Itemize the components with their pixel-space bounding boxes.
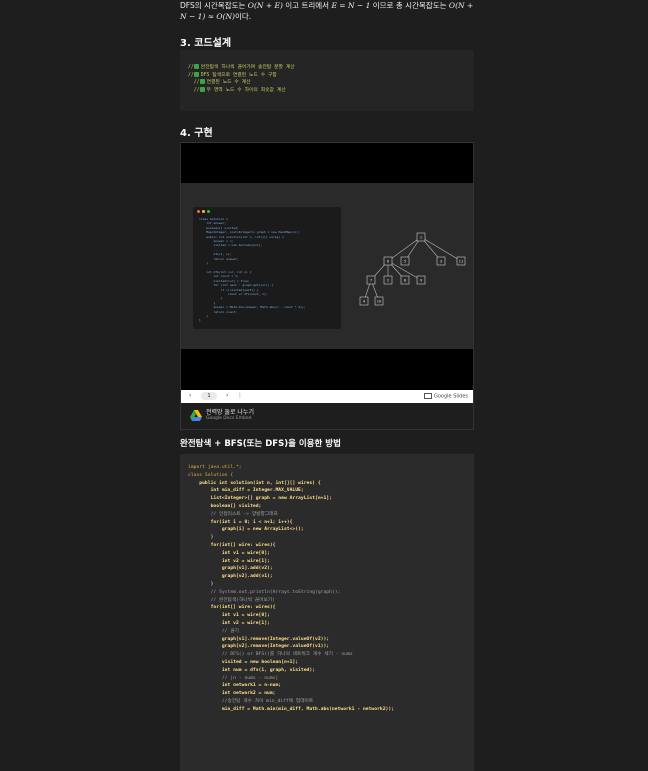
code-line: } (188, 535, 214, 541)
code-line: int v1 = wire[0]; (188, 613, 270, 619)
solution-code: import java.util.*; class Solution { publ… (188, 464, 394, 714)
tree-diagram: 1 6 5 3 11 7 2 8 9 4 10 (359, 232, 466, 306)
design-code-block: //완전탐색 하나씩 끊어가며 송전탑 분할 계산//DFS 탐색으로 연결된 … (180, 50, 474, 111)
code-line: int v2 = wire[1]; (188, 558, 270, 564)
embedded-slides[interactable]: class Solution { int answer; boolean[] v… (180, 142, 474, 430)
code-line: graph[v1].remove(Integer.valueOf(v2)); (188, 636, 330, 642)
solution-code-block: import java.util.*; class Solution { publ… (180, 454, 474, 771)
code-line: graph[v2].remove(Integer.valueOf(v1)); (188, 644, 330, 650)
code-line: graph[i] = new ArrayList<>(); (188, 527, 304, 533)
slides-controls: ‹ 1 › ⋮ Google Slides (181, 390, 473, 403)
code-line: } (188, 581, 214, 587)
code-line: int min_diff = Integer.MAX_VALUE; (188, 488, 304, 494)
section-3-title: 3. 코드설계 (180, 38, 232, 49)
code-line: int network2 = num; (188, 691, 276, 697)
code-line: import java.util.*; (188, 465, 242, 470)
code-line: int network1 = n-num; (188, 683, 282, 689)
code-line: for(int[] wire: wires){ (188, 542, 276, 548)
code-line: for(int[] wire: wires){ (188, 605, 276, 611)
tree-node-label: 2 (387, 279, 389, 283)
code-line: visited = new boolean[n+1]; (188, 659, 299, 665)
intro-math: O(N + (448, 1, 474, 10)
tree-node-label: 5 (404, 260, 406, 264)
design-lines: //완전탐색 하나씩 끊어가며 송전탑 분할 계산//DFS 탐색으로 연결된 … (188, 64, 295, 94)
intro-text: 이다. (234, 12, 252, 21)
code-line: // |n - nums - nums| (188, 675, 279, 681)
code-line: public int solution(int n, int[][] wires… (188, 480, 321, 486)
tree-node-label: 3 (440, 260, 442, 264)
code-line: List<Integer>[] graph = new ArrayList[n+… (188, 496, 332, 502)
intro-math: N − 1) ≈ O(N) (180, 12, 235, 21)
code-line: int v2 = wire[1]; (188, 620, 270, 626)
doc-caption[interactable]: 전력망 둘로 나누기 Google Docs Embed (181, 403, 473, 429)
design-line: //DFS 탐색으로 연결된 노드 수 구함 (188, 71, 277, 78)
slide-canvas: class Solution { int answer; boolean[] v… (181, 183, 473, 349)
page: DFS의 시간복잡도는 O(N + E) 이고 트리에서 E = N − 1 이… (0, 0, 648, 771)
tree-node-label: 11 (459, 260, 464, 264)
more-options-icon[interactable]: ⋮ (237, 392, 243, 400)
code-line: graph[v1].add(v2); (188, 566, 273, 572)
code-line: class Solution { (188, 472, 234, 478)
design-line: //두 영역 노드 수 차이의 최솟값 계산 (188, 86, 286, 93)
tree-node-label: 7 (370, 279, 372, 283)
method-title: 완전탐색 + BFS(또는 DFS)을 이용한 방법 (180, 439, 341, 449)
code-line: // System.out.println(Arrays.toString(gr… (188, 589, 341, 595)
code-line: int num = dfs(1, graph, visited); (188, 667, 315, 673)
code-line: // 완전탐색(하나씩 끊어보기) (188, 597, 275, 603)
code-line: boolean[] visited; (188, 503, 262, 509)
code-line: for(int i = 0; i < n+1; i++){ (188, 519, 293, 525)
page-number[interactable]: 1 (201, 392, 217, 400)
code-line: graph[v2].add(v1); (188, 574, 273, 580)
design-line: //연결된 노드 수 계산 (188, 79, 251, 85)
slides-icon (423, 393, 432, 399)
code-line: //송전탑 개수 차이 min_diff에 업데이트 (188, 698, 314, 704)
code-line: // 끊기 (188, 628, 239, 634)
intro-math: O(N + E) (247, 1, 283, 10)
doc-subtitle: Google Docs Embed (206, 416, 252, 421)
checkbox-icon (199, 86, 205, 92)
doc-title: 전력망 둘로 나누기 (206, 409, 254, 416)
intro-text: DFS의 시간복잡도는 (180, 1, 248, 10)
intro-math: E = N − 1 (331, 1, 371, 10)
intro-paragraph: DFS의 시간복잡도는 O(N + E) 이고 트리에서 E = N − 1 이… (180, 0, 480, 22)
next-slide-button[interactable]: › (226, 392, 228, 400)
tree-node-label: 10 (377, 300, 382, 304)
design-line: //완전탐색 하나씩 끊어가며 송전탑 분할 계산 (188, 64, 295, 70)
checkbox-icon (193, 71, 199, 77)
intro-text: 이므로 총 시간복잡도는 (370, 1, 449, 10)
code-line: // 인접리스트 -> 양방향그래프 (188, 511, 278, 517)
intro-text: 이고 트리에서 (282, 1, 332, 10)
google-slides-link[interactable]: Google Slides (423, 393, 468, 400)
checkbox-icon (199, 79, 205, 84)
section-4-title: 4. 구현 (180, 128, 213, 139)
google-drive-icon (190, 410, 202, 421)
tree-node-label: 1 (420, 236, 422, 240)
code-line: min_diff = Math.min(min_diff, Math.abs(n… (188, 706, 395, 712)
code-line: int v1 = wire[0]; (188, 550, 270, 556)
checkbox-icon (193, 64, 199, 69)
code-line: // DFS() or BFS()를 하나의 네트워크 개수 세기 - nums (188, 652, 353, 658)
prev-slide-button[interactable]: ‹ (189, 392, 191, 400)
